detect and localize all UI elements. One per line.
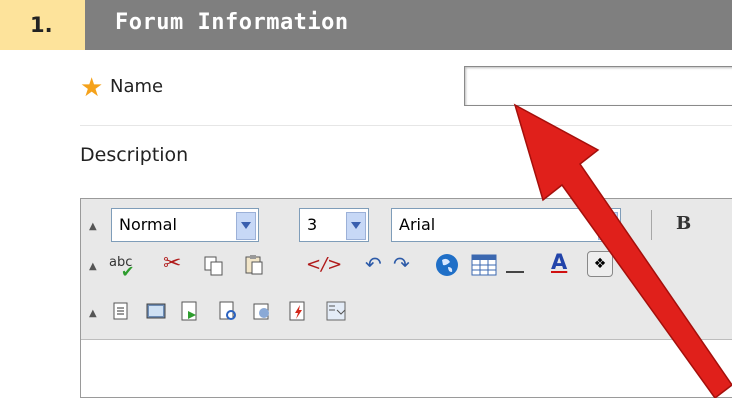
annotation-arrow-icon [513,103,732,398]
